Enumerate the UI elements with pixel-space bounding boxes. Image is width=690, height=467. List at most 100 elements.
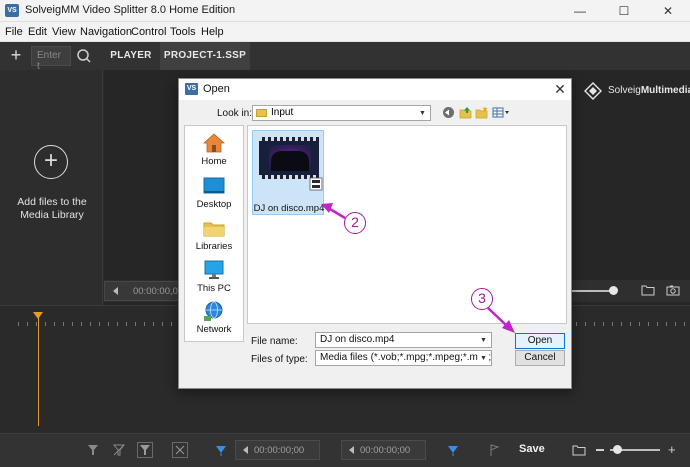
place-libraries-label: Libraries — [195, 241, 233, 252]
menu-edit[interactable]: Edit — [28, 26, 47, 38]
place-this-pc[interactable]: This PC — [185, 259, 243, 294]
volume-slider-track[interactable] — [572, 290, 614, 292]
mark-out-icon[interactable] — [446, 443, 460, 457]
folder-icon[interactable] — [641, 284, 655, 296]
menu-control[interactable]: Control — [131, 26, 166, 38]
add-media-button[interactable]: + — [6, 45, 26, 65]
menu-navigation[interactable]: Navigation — [80, 26, 132, 38]
file-item-selected[interactable]: DJ on disco.mp4 — [252, 130, 324, 215]
ruler-tick — [648, 322, 649, 326]
ruler-tick — [657, 322, 658, 326]
ruler-tick — [621, 322, 622, 326]
filter-marker-icon[interactable] — [86, 443, 100, 457]
solveig-logo-icon — [584, 82, 602, 100]
ruler-tick — [585, 322, 586, 326]
playhead-line[interactable] — [38, 316, 39, 426]
volume-slider-knob[interactable] — [609, 286, 618, 295]
file-name-chevron-icon[interactable]: ▼ — [478, 335, 489, 346]
network-icon — [204, 301, 223, 321]
library-search-input[interactable]: Enter t — [31, 46, 71, 72]
maximize-button[interactable]: ☐ — [602, 0, 646, 22]
place-network[interactable]: Network — [185, 300, 243, 335]
zoom-slider-knob[interactable] — [613, 445, 622, 454]
bookmark-flag-icon[interactable] — [487, 443, 501, 457]
ruler-tick — [36, 322, 37, 326]
brand-name-light: Solveig — [608, 85, 641, 96]
open-folder-icon[interactable] — [572, 443, 586, 457]
ruler-tick — [108, 322, 109, 326]
menu-help[interactable]: Help — [201, 26, 224, 38]
player-time-value: 00:00:00,00 — [133, 286, 184, 297]
player-time-display[interactable]: 00:00:00,00 — [104, 281, 184, 301]
ruler-tick — [666, 322, 667, 326]
zoom-in-icon[interactable]: + — [668, 442, 676, 457]
ruler-tick — [45, 322, 46, 326]
open-button[interactable]: Open — [515, 333, 565, 349]
search-icon[interactable] — [74, 46, 94, 66]
ruler-tick — [684, 322, 685, 326]
places-bar: Home Desktop Libraries This PC Network — [184, 125, 244, 342]
file-name-field[interactable]: DJ on disco.mp4 ▼ — [315, 332, 492, 348]
computer-icon — [204, 260, 224, 279]
ruler-tick — [99, 322, 100, 326]
cancel-button[interactable]: Cancel — [515, 350, 565, 366]
ruler-tick — [153, 322, 154, 326]
mark-out-time[interactable]: 00:00:00;00 — [341, 440, 426, 460]
new-folder-icon[interactable] — [475, 106, 488, 119]
menu-file[interactable]: File — [5, 26, 23, 38]
tab-player[interactable]: PLAYER — [103, 42, 159, 70]
menu-tools[interactable]: Tools — [170, 26, 196, 38]
view-menu-icon[interactable] — [492, 106, 510, 119]
ruler-tick — [612, 322, 613, 326]
snapshot-camera-icon[interactable] — [666, 284, 680, 296]
step-back-icon[interactable] — [113, 287, 118, 295]
add-files-label: Add files to the Media Library — [17, 196, 87, 221]
ruler-tick — [675, 322, 676, 326]
save-button[interactable]: Save — [519, 443, 545, 455]
mark-out-time-value: 00:00:00;00 — [360, 445, 411, 456]
add-files-button[interactable]: + — [34, 145, 68, 179]
ruler-tick — [135, 322, 136, 326]
place-this-pc-label: This PC — [197, 283, 231, 294]
libraries-icon — [203, 222, 225, 237]
place-desktop-label: Desktop — [196, 199, 232, 210]
video-thumbnail — [259, 137, 319, 179]
file-list-area[interactable]: DJ on disco.mp4 — [247, 125, 567, 324]
callout-step-2: 2 — [344, 212, 366, 234]
ruler-tick — [72, 322, 73, 326]
mark-in-time[interactable]: 00:00:00;00 — [235, 440, 320, 460]
menu-view[interactable]: View — [52, 26, 76, 38]
place-libraries[interactable]: Libraries — [185, 217, 243, 252]
look-in-label: Look in: — [217, 108, 253, 119]
zoom-out-icon[interactable] — [596, 449, 604, 451]
place-desktop[interactable]: Desktop — [185, 175, 243, 210]
up-folder-icon[interactable] — [459, 106, 472, 119]
mark-out-prev-icon[interactable] — [349, 446, 354, 454]
chevron-down-icon[interactable]: ▼ — [417, 108, 428, 119]
place-network-label: Network — [196, 324, 232, 335]
look-in-value: Input — [271, 107, 294, 118]
filter-off-icon[interactable] — [112, 443, 126, 457]
ruler-tick — [171, 322, 172, 326]
file-name-label: File name: — [251, 336, 298, 347]
callout-step-3: 3 — [471, 288, 493, 310]
ruler-tick — [639, 322, 640, 326]
place-home[interactable]: Home — [185, 132, 243, 167]
file-type-label: Files of type: — [251, 354, 308, 365]
ruler-tick — [90, 322, 91, 326]
close-window-button[interactable]: ✕ — [646, 0, 690, 22]
dialog-close-button[interactable]: ✕ — [551, 80, 569, 98]
app-title: SolveigMM Video Splitter 8.0 Home Editio… — [25, 4, 236, 16]
look-in-combo[interactable]: Input ▼ — [252, 105, 431, 121]
mark-in-prev-icon[interactable] — [243, 446, 248, 454]
file-name-value: DJ on disco.mp4 — [320, 334, 395, 345]
marker-filter-icon[interactable] — [137, 442, 153, 458]
back-icon[interactable] — [442, 106, 455, 119]
ruler-tick — [144, 322, 145, 326]
cut-fragment-icon[interactable] — [172, 442, 188, 458]
file-type-select[interactable]: Media files (*.vob;*.mpg;*.mpeg;*.mpv;*.… — [315, 350, 492, 366]
file-type-chevron-icon[interactable]: ▼ — [478, 353, 489, 364]
mark-in-icon[interactable] — [214, 443, 228, 457]
minimize-button[interactable]: — — [558, 0, 602, 22]
tab-project[interactable]: PROJECT-1.SSP — [160, 42, 250, 70]
